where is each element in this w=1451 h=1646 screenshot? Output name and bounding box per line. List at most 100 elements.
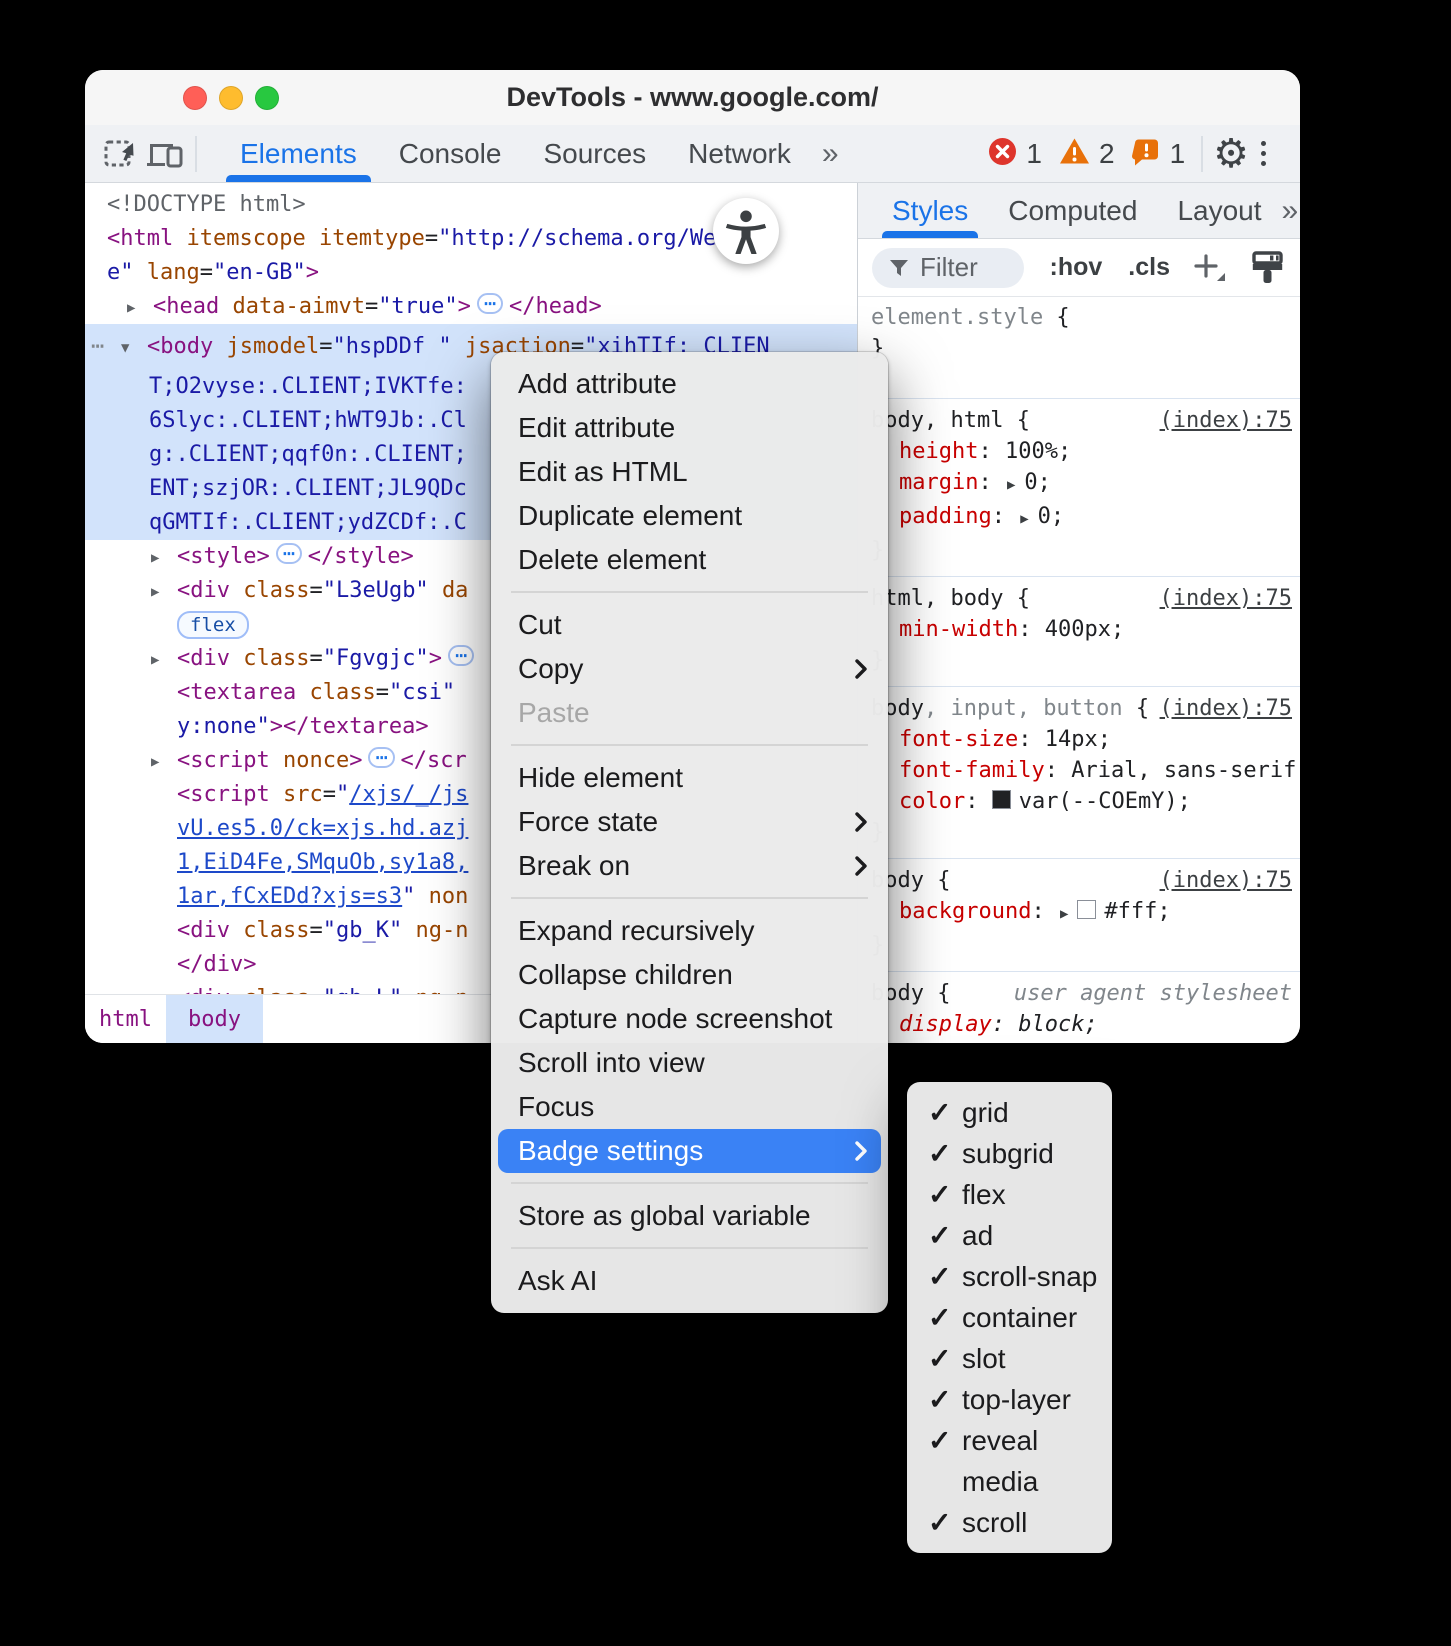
error-badge-icon[interactable] — [988, 137, 1017, 171]
menu-item-ask-ai[interactable]: Ask AI — [498, 1259, 881, 1303]
submenu-item-reveal[interactable]: ✓reveal — [914, 1420, 1105, 1461]
styles-filter-input[interactable]: Filter — [872, 248, 1024, 288]
menu-item-badge-settings[interactable]: Badge settings — [498, 1129, 881, 1173]
css-property[interactable]: margin: ▶0; — [871, 467, 1292, 501]
checkmark-icon: ✓ — [928, 1502, 951, 1543]
rule-selector[interactable]: (index):75body, input, button { — [871, 693, 1292, 724]
rule-selector[interactable]: (index):75html, body { — [871, 583, 1292, 614]
submenu-item-subgrid[interactable]: ✓subgrid — [914, 1133, 1105, 1174]
inline-expand-dots-icon[interactable]: ⋯ — [448, 645, 474, 666]
flex-badge[interactable]: flex — [177, 611, 249, 639]
menu-item-copy[interactable]: Copy — [498, 647, 881, 691]
submenu-item-scroll[interactable]: ✓scroll — [914, 1502, 1105, 1543]
css-property[interactable]: height: 100%; — [871, 436, 1292, 467]
color-swatch[interactable] — [1077, 900, 1096, 919]
submenu-item-slot[interactable]: ✓slot — [914, 1338, 1105, 1379]
device-toolbar-icon[interactable] — [143, 132, 187, 176]
tab-computed[interactable]: Computed — [1000, 183, 1145, 238]
shorthand-expand-icon[interactable]: ▶ — [1060, 906, 1068, 922]
menu-item-edit-as-html[interactable]: Edit as HTML — [498, 450, 881, 494]
menu-item-focus[interactable]: Focus — [498, 1085, 881, 1129]
css-property[interactable]: min-width: 400px; — [871, 614, 1292, 645]
menu-item-duplicate-element[interactable]: Duplicate element — [498, 494, 881, 538]
submenu-item-media[interactable]: media — [914, 1461, 1105, 1502]
more-tabs-icon[interactable]: » — [822, 137, 837, 171]
submenu-item-container[interactable]: ✓container — [914, 1297, 1105, 1338]
paint-format-icon[interactable] — [1250, 249, 1286, 287]
stylesheet-source-link[interactable]: (index):75 — [1160, 405, 1292, 436]
tab-console[interactable]: Console — [389, 125, 512, 182]
rule-selector[interactable]: (index):75body { — [871, 865, 1292, 896]
more-styles-tabs-icon[interactable]: » — [1282, 194, 1297, 228]
toggle-element-classes-cls[interactable]: .cls — [1128, 253, 1170, 282]
submenu-item-scroll-snap[interactable]: ✓scroll-snap — [914, 1256, 1105, 1297]
code-token — [415, 884, 428, 909]
menu-item-scroll-into-view[interactable]: Scroll into view — [498, 1041, 881, 1085]
breadcrumb-item-html[interactable]: html — [85, 995, 166, 1043]
menu-item-label: Badge settings — [518, 1135, 703, 1166]
menu-item-cut[interactable]: Cut — [498, 603, 881, 647]
expand-arrow-open-icon[interactable]: ▼ — [121, 331, 147, 365]
dom-tree-line[interactable]: ▶<head data-aimvt="true">⋯</head> — [85, 290, 857, 324]
css-property[interactable]: display: block; — [871, 1009, 1292, 1040]
tab-elements[interactable]: Elements — [230, 125, 367, 182]
css-property[interactable]: color: var(--COEmY); — [871, 786, 1292, 817]
inline-expand-dots-icon[interactable]: ⋯ — [276, 543, 302, 564]
menu-item-store-as-global-variable[interactable]: Store as global variable — [498, 1194, 881, 1238]
submenu-item-flex[interactable]: ✓flex — [914, 1174, 1105, 1215]
tab-network[interactable]: Network — [678, 125, 801, 182]
zoom-button[interactable] — [255, 86, 279, 110]
submenu-item-top-layer[interactable]: ✓top-layer — [914, 1379, 1105, 1420]
rule-selector[interactable]: user agent stylesheetbody { — [871, 978, 1292, 1009]
expand-arrow-closed-icon[interactable]: ▶ — [151, 575, 177, 609]
menu-item-label: Ask AI — [518, 1265, 597, 1296]
shorthand-expand-icon[interactable]: ▶ — [1007, 477, 1015, 493]
menu-item-force-state[interactable]: Force state — [498, 800, 881, 844]
css-property[interactable]: background: ▶#fff; — [871, 896, 1292, 930]
settings-gear-icon[interactable]: ⚙ — [1213, 134, 1249, 174]
stylesheet-source-link[interactable]: (index):75 — [1160, 693, 1292, 724]
issue-badge-icon[interactable] — [1132, 137, 1161, 171]
color-swatch[interactable] — [992, 790, 1011, 809]
tab-styles[interactable]: Styles — [884, 183, 976, 238]
menu-item-add-attribute[interactable]: Add attribute — [498, 362, 881, 406]
inline-expand-dots-icon[interactable]: ⋯ — [477, 293, 503, 314]
inspect-element-icon[interactable] — [99, 132, 143, 176]
submenu-item-grid[interactable]: ✓grid — [914, 1092, 1105, 1133]
menu-item-collapse-children[interactable]: Collapse children — [498, 953, 881, 997]
stylesheet-source-link[interactable]: (index):75 — [1160, 865, 1292, 896]
menu-item-edit-attribute[interactable]: Edit attribute — [498, 406, 881, 450]
expand-arrow-closed-icon[interactable]: ▶ — [127, 291, 153, 325]
expand-arrow-closed-icon[interactable]: ▶ — [151, 541, 177, 575]
css-property[interactable]: margin: ▶8px; — [871, 1040, 1292, 1043]
code-token: ng-n — [415, 918, 468, 943]
stylesheet-source-link[interactable]: (index):75 — [1160, 583, 1292, 614]
shorthand-expand-icon[interactable]: ▶ — [1020, 511, 1028, 527]
menu-item-hide-element[interactable]: Hide element — [498, 756, 881, 800]
minimize-button[interactable] — [219, 86, 243, 110]
rule-selector[interactable]: element.style { — [871, 302, 1292, 333]
code-token: 1ar,fCxEDd?xjs=s3 — [177, 884, 402, 909]
expand-arrow-closed-icon[interactable]: ▶ — [151, 745, 177, 779]
breadcrumb-item-body[interactable]: body — [166, 995, 263, 1043]
tab-sources[interactable]: Sources — [533, 125, 656, 182]
css-property[interactable]: padding: ▶0; — [871, 501, 1292, 535]
menu-item-delete-element[interactable]: Delete element — [498, 538, 881, 582]
close-button[interactable] — [183, 86, 207, 110]
css-property[interactable]: font-size: 14px; — [871, 724, 1292, 755]
submenu-item-ad[interactable]: ✓ad — [914, 1215, 1105, 1256]
expand-arrow-closed-icon[interactable]: ▶ — [151, 643, 177, 677]
menu-item-expand-recursively[interactable]: Expand recursively — [498, 909, 881, 953]
toggle-element-state-hov[interactable]: :hov — [1050, 253, 1103, 282]
menu-item-capture-node-screenshot[interactable]: Capture node screenshot — [498, 997, 881, 1041]
css-property-text: background: ▶#fff; — [899, 899, 1171, 924]
tab-layout[interactable]: Layout — [1169, 183, 1269, 238]
more-options-kebab-icon[interactable] — [1251, 141, 1276, 166]
css-property[interactable]: font-family: Arial, sans-serif; — [871, 755, 1292, 786]
inline-expand-dots-icon[interactable]: ⋯ — [368, 747, 394, 768]
node-overflow-dots-icon[interactable]: ⋯ — [91, 330, 105, 364]
new-style-rule-plus-icon[interactable] — [1192, 252, 1228, 284]
warning-badge-icon[interactable] — [1059, 137, 1090, 170]
rule-selector[interactable]: (index):75body, html { — [871, 405, 1292, 436]
menu-item-break-on[interactable]: Break on — [498, 844, 881, 888]
